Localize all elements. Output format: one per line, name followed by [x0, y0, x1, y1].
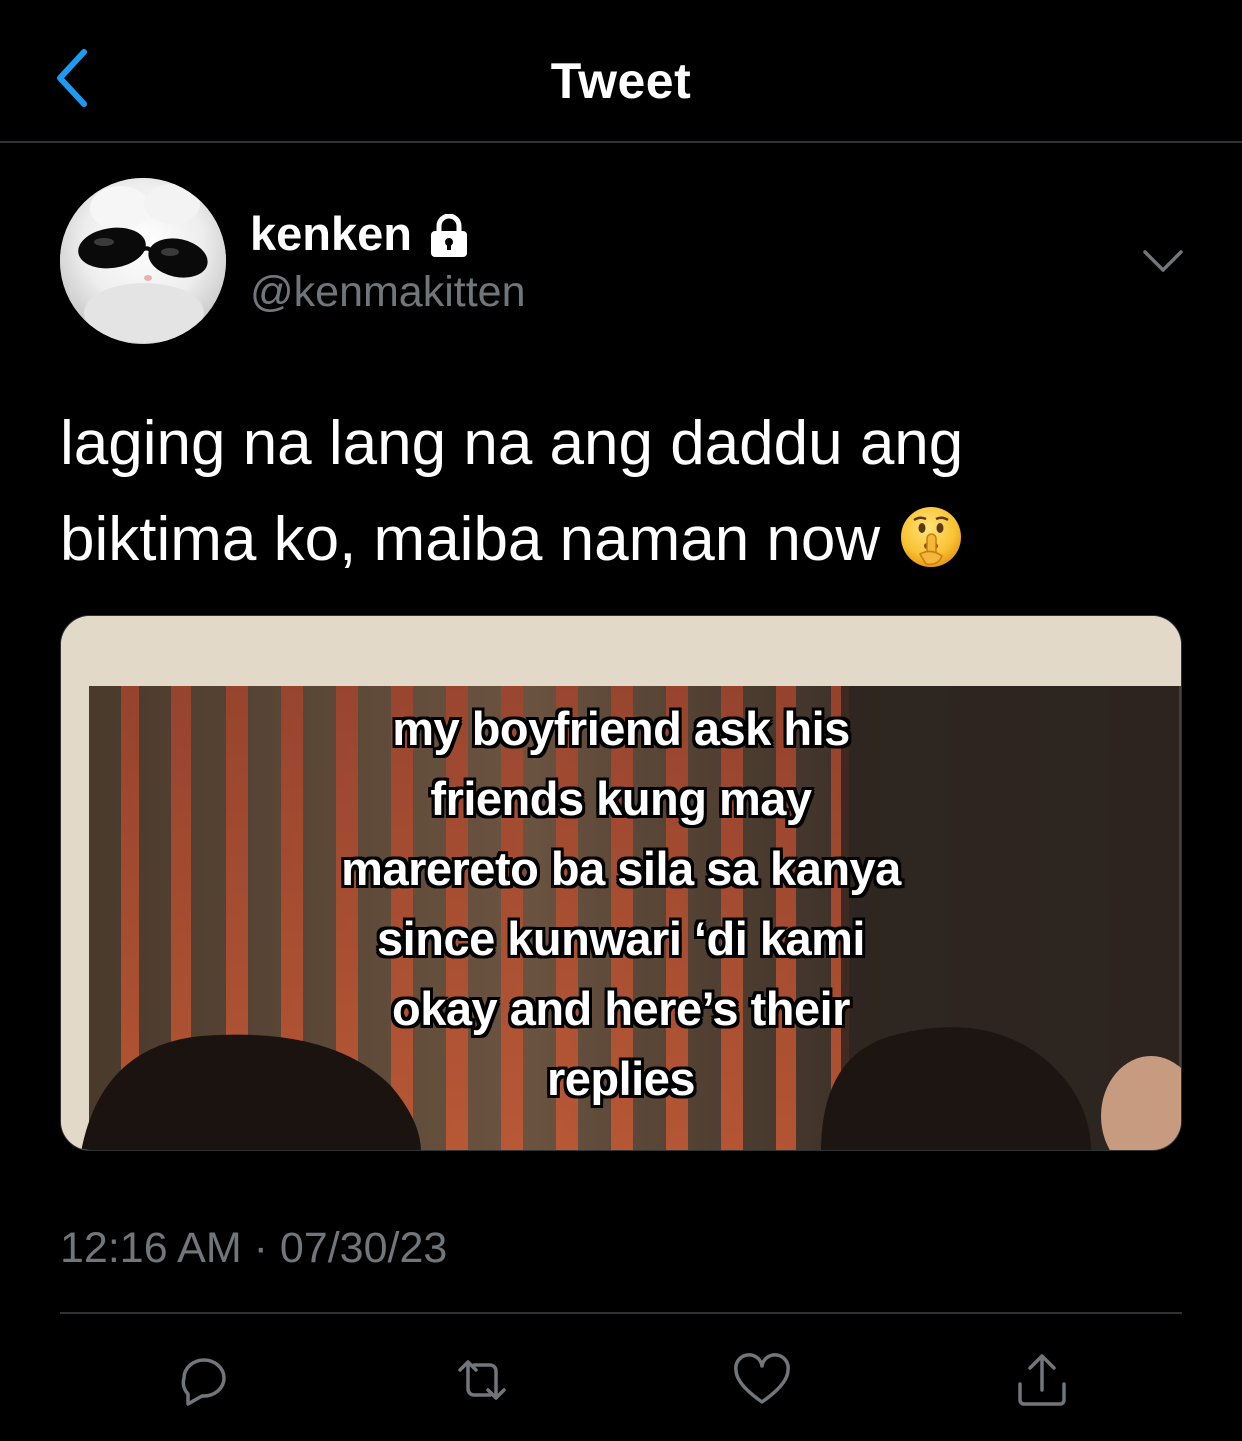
share-icon: [1018, 1354, 1066, 1406]
lock-icon: [430, 213, 467, 257]
more-options-button[interactable]: [1140, 244, 1186, 276]
tweet-timestamp[interactable]: 12:16 AM · 07/30/23: [60, 1224, 447, 1273]
share-button[interactable]: [1010, 1348, 1074, 1412]
chevron-down-icon: [1143, 250, 1183, 272]
media-caption: my boyfriend ask his friends kung may ma…: [281, 694, 961, 1114]
reply-icon: [181, 1358, 226, 1406]
avatar[interactable]: [60, 178, 226, 344]
tweet-text-line-content: biktima ko, maiba naman now: [60, 505, 881, 574]
caption-line: since kunwari ‘di kami: [377, 912, 865, 965]
caption-line: friends kung may: [430, 772, 812, 825]
divider: [60, 1312, 1182, 1314]
display-name-text: kenken: [250, 207, 412, 260]
tweet-text: laging na lang na ang daddu ang biktima …: [60, 396, 1180, 588]
author-handle[interactable]: @kenmakitten: [250, 268, 526, 317]
tweet-text-line: biktima ko, maiba naman now: [60, 492, 1180, 588]
top-navigation-bar: Tweet: [0, 0, 1242, 143]
caption-line: okay and here’s their: [392, 982, 850, 1035]
like-button[interactable]: [730, 1348, 794, 1412]
retweet-icon: [458, 1360, 506, 1400]
retweet-button[interactable]: [450, 1348, 514, 1412]
caption-line: marereto ba sila sa kanya: [341, 842, 901, 895]
heart-icon: [734, 1353, 790, 1404]
tweet-action-bar: [0, 1340, 1242, 1420]
tweet-text-line: laging na lang na ang daddu ang: [60, 409, 964, 478]
shushing-face-emoji-icon: [901, 507, 962, 567]
caption-line: replies: [546, 1052, 696, 1105]
cat-sunglasses-avatar-image: [60, 178, 226, 344]
reply-button[interactable]: [170, 1348, 234, 1412]
author-display-name[interactable]: kenken: [250, 206, 470, 261]
page-title: Tweet: [550, 53, 692, 109]
caption-line: my boyfriend ask his: [392, 702, 850, 755]
tweet-media-image[interactable]: my boyfriend ask his friends kung may ma…: [60, 615, 1182, 1151]
